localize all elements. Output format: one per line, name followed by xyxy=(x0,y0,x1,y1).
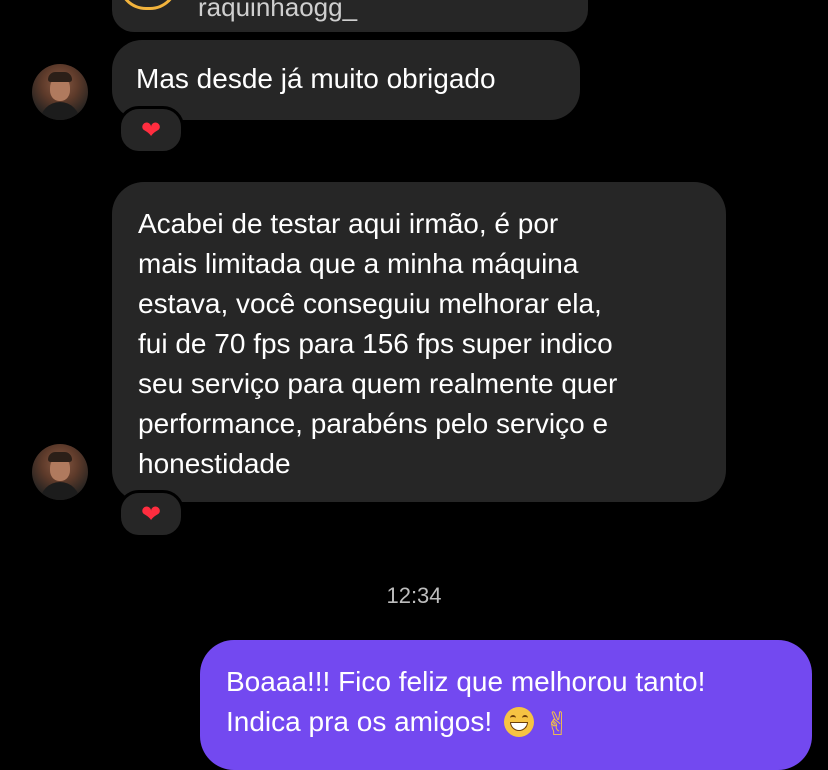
heart-icon: ❤ xyxy=(140,116,162,144)
message-line: Acabei de testar aqui irmão, é por xyxy=(138,208,559,239)
message-line: mais limitada que a minha máquina xyxy=(138,248,579,279)
story-ring-icon xyxy=(118,0,178,10)
message-bubble-received[interactable]: Acabei de testar aqui irmão, é por mais … xyxy=(112,182,726,502)
message-line: fui de 70 fps para 156 fps super indico xyxy=(138,328,613,359)
message-line: estava, você conseguiu melhorar ela, xyxy=(138,288,602,319)
reaction-badge[interactable]: ❤ xyxy=(118,490,184,538)
message-line: honestidade xyxy=(138,448,291,479)
avatar[interactable] xyxy=(32,444,88,500)
grinning-face-emoji-icon xyxy=(504,707,535,737)
message-timestamp: 12:34 xyxy=(386,583,442,608)
message-text: Mas desde já muito obrigado xyxy=(136,63,496,94)
shared-post-preview[interactable]: raquinhaogg_ xyxy=(112,0,588,32)
victory-hand-emoji-icon: ✌ xyxy=(544,705,571,743)
reaction-badge[interactable]: ❤ xyxy=(118,106,184,154)
message-bubble-sent[interactable]: Boaaa!!! Fico feliz que melhorou tanto! … xyxy=(200,640,812,770)
heart-icon: ❤ xyxy=(140,500,162,528)
shared-post-username: raquinhaogg_ xyxy=(198,0,358,22)
message-line: Indica pra os amigos! xyxy=(226,706,493,737)
chat-thread: raquinhaogg_ Mas desde já muito obrigado… xyxy=(0,0,828,770)
message-bubble-received[interactable]: Mas desde já muito obrigado xyxy=(112,40,580,120)
avatar[interactable] xyxy=(32,64,88,120)
message-line: seu serviço para quem realmente quer xyxy=(138,368,618,399)
message-line-with-emojis: Indica pra os amigos! ✌ xyxy=(226,702,786,743)
message-line: Boaaa!!! Fico feliz que melhorou tanto! xyxy=(226,666,706,697)
message-line: performance, parabéns pelo serviço e xyxy=(138,408,609,439)
